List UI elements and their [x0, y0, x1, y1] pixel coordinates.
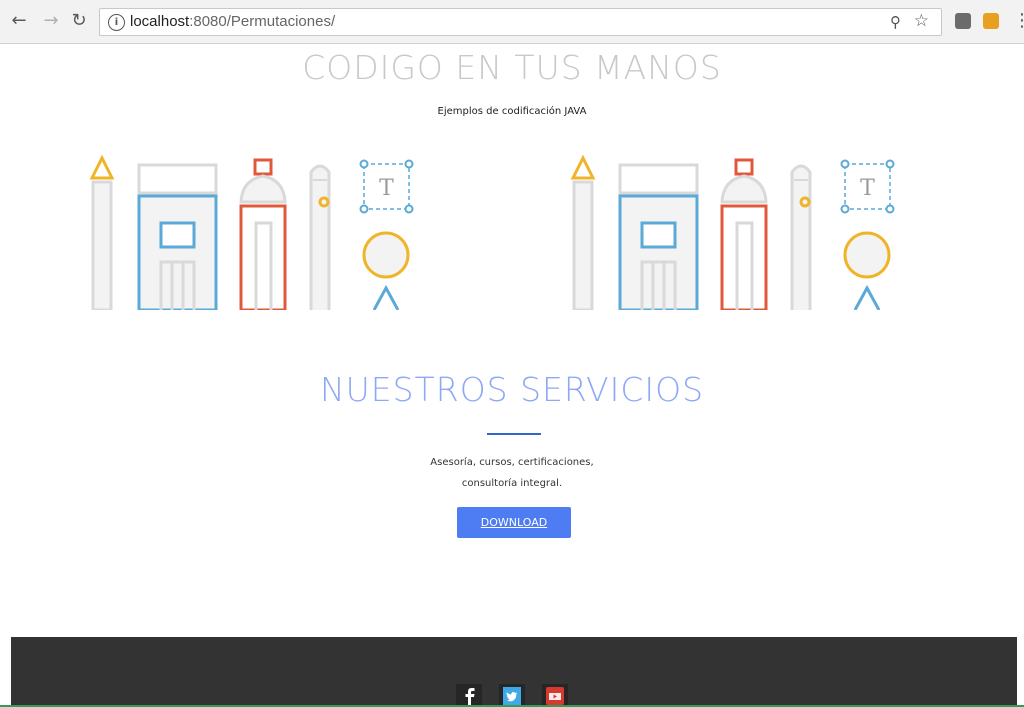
address-bar[interactable]: i localhost:8080/Permutaciones/ ⚲ ☆ [99, 8, 942, 36]
marker-icon [239, 158, 287, 310]
notebook-icon [618, 163, 699, 310]
section-divider [487, 433, 541, 435]
circle-shape-icon [843, 231, 891, 310]
text-frame-icon: T [840, 159, 895, 214]
forward-icon[interactable]: → [40, 10, 62, 32]
menu-icon[interactable]: ⋮ [1013, 10, 1024, 32]
pen-icon [309, 164, 331, 310]
extension-icon[interactable] [983, 13, 999, 29]
download-button[interactable]: DOWNLOAD [457, 507, 571, 538]
pen-icon [790, 164, 812, 310]
stationery-illustration: T [89, 154, 414, 310]
pencil-icon [89, 154, 115, 310]
back-icon[interactable]: ← [8, 10, 30, 32]
pencil-icon [570, 154, 596, 310]
page-title: CODIGO EN TUS MANOS [302, 48, 722, 87]
description-line: Asesoría, cursos, certificaciones, [430, 457, 594, 468]
svg-text:T: T [379, 176, 394, 201]
stationery-illustration: T [570, 154, 895, 310]
youtube-icon[interactable] [542, 684, 568, 707]
browser-toolbar: ← → ↻ i localhost:8080/Permutaciones/ ⚲ … [0, 0, 1024, 44]
notebook-icon [137, 163, 218, 310]
info-icon[interactable]: i [108, 14, 125, 31]
svg-text:T: T [860, 176, 875, 201]
facebook-icon[interactable] [456, 684, 482, 707]
reload-icon[interactable]: ↻ [68, 10, 90, 32]
url-text[interactable]: localhost:8080/Permutaciones/ [130, 13, 335, 30]
page-subtitle: Ejemplos de codificación JAVA [437, 106, 587, 117]
extension-icon[interactable] [955, 13, 971, 29]
twitter-icon[interactable] [499, 684, 525, 707]
services-title: NUESTROS SERVICIOS [319, 370, 705, 409]
description-line: consultoría integral. [461, 478, 563, 489]
text-frame-icon: T [359, 159, 414, 214]
marker-icon [720, 158, 768, 310]
circle-shape-icon [362, 231, 410, 310]
zoom-icon[interactable]: ⚲ [890, 13, 901, 31]
services-description: Asesoría, cursos, certificaciones, consu… [0, 452, 1024, 494]
star-icon[interactable]: ☆ [914, 11, 929, 31]
